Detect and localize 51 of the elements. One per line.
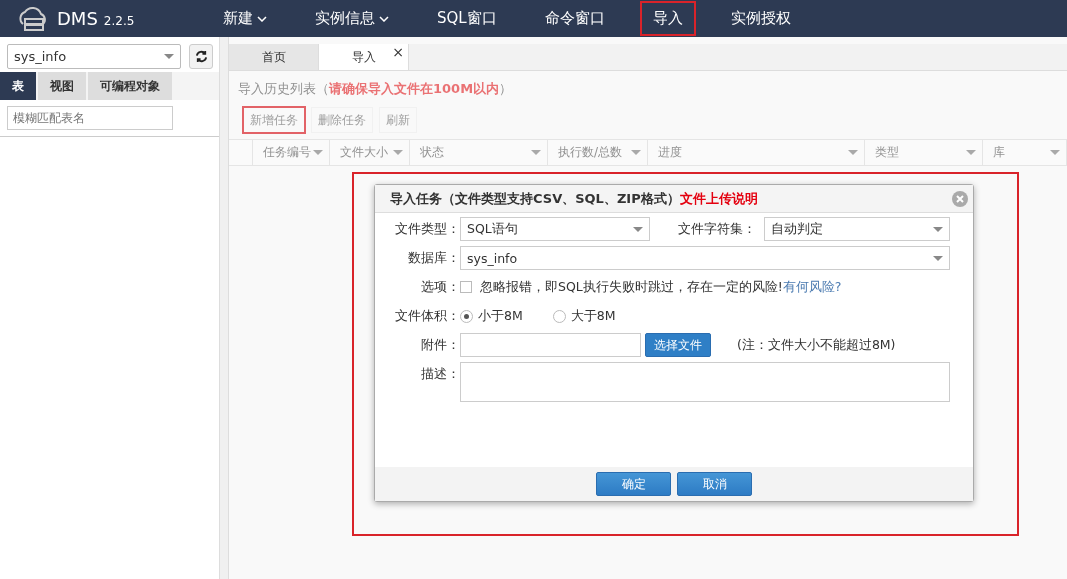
app-name: DMS [57, 8, 98, 29]
option-text: 忽略报错，即SQL执行失败时跳过，存在一定的风险!有何风险? [480, 278, 842, 296]
choose-file-button[interactable]: 选择文件 [645, 333, 711, 357]
file-path-field[interactable] [460, 333, 641, 357]
nav-item[interactable]: 命令窗口 [531, 1, 618, 36]
dialog-button[interactable]: 取消 [677, 472, 752, 496]
close-icon[interactable] [951, 189, 969, 208]
caret-icon[interactable] [531, 150, 541, 155]
radio-label: 小于8M [478, 307, 523, 325]
nav-item[interactable]: 实例授权 [717, 1, 804, 36]
page-tab[interactable]: 首页 [229, 44, 319, 70]
charset-select[interactable]: 自动判定 [764, 217, 950, 241]
database-select[interactable]: sys_info [7, 44, 181, 69]
caret-icon[interactable] [1050, 150, 1060, 155]
field-label: 描述： [420, 365, 460, 383]
field-label: 选项： [420, 278, 460, 296]
nav-item[interactable]: 新建 [210, 1, 280, 36]
radio-label: 大于8M [570, 307, 616, 325]
help-link[interactable]: 文件上传说明 [679, 190, 758, 206]
caret-icon[interactable] [966, 150, 976, 155]
refresh-button[interactable] [189, 44, 213, 69]
database-select[interactable]: sys_info [460, 246, 950, 270]
sidebar-tab[interactable]: 表 [0, 72, 36, 100]
field-label: 数据库： [407, 249, 460, 267]
refresh-icon [194, 50, 208, 63]
caret-icon[interactable] [631, 150, 641, 155]
field-label: 文件类型： [394, 220, 460, 238]
field-label: 附件： [420, 336, 460, 354]
caret-icon[interactable] [848, 150, 858, 155]
field-label: 文件体积： [394, 307, 460, 325]
risk-link[interactable]: 有何风险? [782, 278, 842, 294]
nav-item[interactable]: 实例信息 [302, 1, 402, 36]
dialog-title: 导入任务（文件类型支持CSV、SQL、ZIP格式）文件上传说明 [390, 189, 758, 208]
caret-icon[interactable] [313, 150, 323, 155]
app-version: 2.2.5 [103, 13, 135, 28]
dialog-button[interactable]: 确定 [596, 472, 671, 496]
splitter-bar[interactable] [220, 37, 229, 579]
close-icon[interactable]: × [392, 45, 404, 59]
nav-item[interactable]: 导入 [639, 1, 696, 36]
file-type-select[interactable]: SQL语句 [460, 217, 650, 241]
attachment-note: (注：文件大小不能超过8M) [737, 336, 896, 354]
table-search-field[interactable]: 模糊匹配表名 [7, 106, 173, 130]
description-field[interactable] [460, 362, 950, 402]
caret-icon[interactable] [393, 150, 403, 155]
checkbox[interactable] [460, 281, 472, 293]
page-tab[interactable]: 导入 × [319, 44, 409, 70]
page-title: 导入历史列表（请确保导入文件在100M以内） [237, 80, 514, 98]
sidebar-tab[interactable]: 可编程对象 [88, 72, 172, 100]
nav-item[interactable]: SQL窗口 [424, 1, 510, 36]
field-label: 文件字符集： [678, 220, 756, 238]
sidebar-tab[interactable]: 视图 [38, 72, 86, 100]
